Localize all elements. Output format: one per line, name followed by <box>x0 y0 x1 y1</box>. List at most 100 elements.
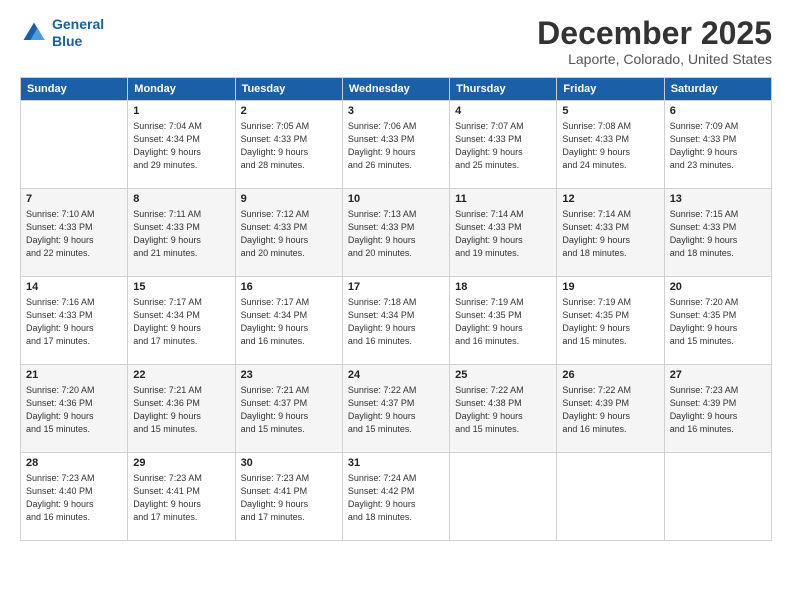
day-number: 28 <box>26 457 122 469</box>
table-row: 3Sunrise: 7:06 AMSunset: 4:33 PMDaylight… <box>342 101 449 189</box>
table-row: 9Sunrise: 7:12 AMSunset: 4:33 PMDaylight… <box>235 189 342 277</box>
day-number: 3 <box>348 105 444 117</box>
day-info: Sunrise: 7:18 AMSunset: 4:34 PMDaylight:… <box>348 296 444 348</box>
day-info: Sunrise: 7:21 AMSunset: 4:37 PMDaylight:… <box>241 384 337 436</box>
col-sunday: Sunday <box>21 78 128 101</box>
day-info: Sunrise: 7:22 AMSunset: 4:38 PMDaylight:… <box>455 384 551 436</box>
table-row: 10Sunrise: 7:13 AMSunset: 4:33 PMDayligh… <box>342 189 449 277</box>
logo-text: General Blue <box>52 16 104 50</box>
day-number: 6 <box>670 105 766 117</box>
logo-icon <box>20 19 48 47</box>
day-number: 8 <box>133 193 229 205</box>
table-row: 11Sunrise: 7:14 AMSunset: 4:33 PMDayligh… <box>450 189 557 277</box>
table-row: 26 Sunrise: 7:22 AMSunset: 4:39 PMDayligh… <box>557 365 664 453</box>
table-row <box>450 453 557 541</box>
calendar-week-row: 14 Sunrise: 7:16 AMSunset: 4:33 PMDayligh… <box>21 277 772 365</box>
day-info: Sunrise: 7:20 AMSunset: 4:35 PMDaylight:… <box>670 296 766 348</box>
table-row: 14 Sunrise: 7:16 AMSunset: 4:33 PMDayligh… <box>21 277 128 365</box>
table-row: 1 Sunrise: 7:04 AMSunset: 4:34 PMDaylight… <box>128 101 235 189</box>
day-number: 18 <box>455 281 551 293</box>
day-info: Sunrise: 7:14 AMSunset: 4:33 PMDaylight:… <box>562 208 658 260</box>
table-row: 15 Sunrise: 7:17 AMSunset: 4:34 PMDayligh… <box>128 277 235 365</box>
day-info: Sunrise: 7:19 AMSunset: 4:35 PMDaylight:… <box>455 296 551 348</box>
month-title: December 2025 <box>537 16 772 51</box>
table-row: 21Sunrise: 7:20 AMSunset: 4:36 PMDayligh… <box>21 365 128 453</box>
day-number: 7 <box>26 193 122 205</box>
day-info: Sunrise: 7:24 AMSunset: 4:42 PMDaylight:… <box>348 472 444 524</box>
day-info: Sunrise: 7:23 AMSunset: 4:39 PMDaylight:… <box>670 384 766 436</box>
table-row: 6 Sunrise: 7:09 AMSunset: 4:33 PMDaylight… <box>664 101 771 189</box>
day-info: Sunrise: 7:19 AMSunset: 4:35 PMDaylight:… <box>562 296 658 348</box>
table-row: 27 Sunrise: 7:23 AMSunset: 4:39 PMDayligh… <box>664 365 771 453</box>
table-row: 25 Sunrise: 7:22 AMSunset: 4:38 PMDayligh… <box>450 365 557 453</box>
day-info: Sunrise: 7:14 AMSunset: 4:33 PMDaylight:… <box>455 208 551 260</box>
day-number: 4 <box>455 105 551 117</box>
table-row: 30 Sunrise: 7:23 AMSunset: 4:41 PMDayligh… <box>235 453 342 541</box>
day-number: 20 <box>670 281 766 293</box>
table-row <box>21 101 128 189</box>
table-row: 23Sunrise: 7:21 AMSunset: 4:37 PMDayligh… <box>235 365 342 453</box>
day-number: 25 <box>455 369 551 381</box>
day-number: 9 <box>241 193 337 205</box>
day-info: Sunrise: 7:07 AMSunset: 4:33 PMDaylight:… <box>455 120 551 172</box>
header: General Blue December 2025 Laporte, Colo… <box>20 16 772 67</box>
col-wednesday: Wednesday <box>342 78 449 101</box>
calendar-week-row: 21Sunrise: 7:20 AMSunset: 4:36 PMDayligh… <box>21 365 772 453</box>
day-info: Sunrise: 7:17 AMSunset: 4:34 PMDaylight:… <box>133 296 229 348</box>
day-info: Sunrise: 7:09 AMSunset: 4:33 PMDaylight:… <box>670 120 766 172</box>
day-number: 29 <box>133 457 229 469</box>
day-number: 14 <box>26 281 122 293</box>
col-tuesday: Tuesday <box>235 78 342 101</box>
day-number: 21 <box>26 369 122 381</box>
calendar-header-row: Sunday Monday Tuesday Wednesday Thursday… <box>21 78 772 101</box>
table-row: 12 Sunrise: 7:14 AMSunset: 4:33 PMDayligh… <box>557 189 664 277</box>
table-row: 18 Sunrise: 7:19 AMSunset: 4:35 PMDayligh… <box>450 277 557 365</box>
day-info: Sunrise: 7:23 AMSunset: 4:41 PMDaylight:… <box>133 472 229 524</box>
page: General Blue December 2025 Laporte, Colo… <box>0 0 792 612</box>
table-row <box>557 453 664 541</box>
table-row: 7 Sunrise: 7:10 AMSunset: 4:33 PMDaylight… <box>21 189 128 277</box>
table-row: 29 Sunrise: 7:23 AMSunset: 4:41 PMDayligh… <box>128 453 235 541</box>
day-number: 30 <box>241 457 337 469</box>
day-info: Sunrise: 7:08 AMSunset: 4:33 PMDaylight:… <box>562 120 658 172</box>
day-number: 17 <box>348 281 444 293</box>
title-block: December 2025 Laporte, Colorado, United … <box>537 16 772 67</box>
day-info: Sunrise: 7:10 AMSunset: 4:33 PMDaylight:… <box>26 208 122 260</box>
day-number: 1 <box>133 105 229 117</box>
day-number: 31 <box>348 457 444 469</box>
day-info: Sunrise: 7:17 AMSunset: 4:34 PMDaylight:… <box>241 296 337 348</box>
table-row: 17 Sunrise: 7:18 AMSunset: 4:34 PMDayligh… <box>342 277 449 365</box>
col-thursday: Thursday <box>450 78 557 101</box>
table-row: 4 Sunrise: 7:07 AMSunset: 4:33 PMDaylight… <box>450 101 557 189</box>
day-number: 24 <box>348 369 444 381</box>
calendar-week-row: 7 Sunrise: 7:10 AMSunset: 4:33 PMDaylight… <box>21 189 772 277</box>
table-row: 2Sunrise: 7:05 AMSunset: 4:33 PMDaylight… <box>235 101 342 189</box>
calendar-week-row: 1 Sunrise: 7:04 AMSunset: 4:34 PMDaylight… <box>21 101 772 189</box>
day-number: 13 <box>670 193 766 205</box>
day-info: Sunrise: 7:04 AMSunset: 4:34 PMDaylight:… <box>133 120 229 172</box>
day-info: Sunrise: 7:15 AMSunset: 4:33 PMDaylight:… <box>670 208 766 260</box>
day-number: 12 <box>562 193 658 205</box>
table-row: 8Sunrise: 7:11 AMSunset: 4:33 PMDaylight… <box>128 189 235 277</box>
table-row: 16 Sunrise: 7:17 AMSunset: 4:34 PMDayligh… <box>235 277 342 365</box>
day-number: 27 <box>670 369 766 381</box>
day-info: Sunrise: 7:23 AMSunset: 4:40 PMDaylight:… <box>26 472 122 524</box>
table-row <box>664 453 771 541</box>
day-number: 16 <box>241 281 337 293</box>
calendar-week-row: 28 Sunrise: 7:23 AMSunset: 4:40 PMDayligh… <box>21 453 772 541</box>
day-number: 5 <box>562 105 658 117</box>
table-row: 5 Sunrise: 7:08 AMSunset: 4:33 PMDaylight… <box>557 101 664 189</box>
table-row: 13 Sunrise: 7:15 AMSunset: 4:33 PMDayligh… <box>664 189 771 277</box>
day-number: 26 <box>562 369 658 381</box>
day-info: Sunrise: 7:23 AMSunset: 4:41 PMDaylight:… <box>241 472 337 524</box>
day-number: 15 <box>133 281 229 293</box>
table-row: 22Sunrise: 7:21 AMSunset: 4:36 PMDayligh… <box>128 365 235 453</box>
calendar-table: Sunday Monday Tuesday Wednesday Thursday… <box>20 77 772 541</box>
day-info: Sunrise: 7:22 AMSunset: 4:39 PMDaylight:… <box>562 384 658 436</box>
table-row: 24Sunrise: 7:22 AMSunset: 4:37 PMDayligh… <box>342 365 449 453</box>
table-row: 20 Sunrise: 7:20 AMSunset: 4:35 PMDayligh… <box>664 277 771 365</box>
day-number: 19 <box>562 281 658 293</box>
col-monday: Monday <box>128 78 235 101</box>
day-info: Sunrise: 7:16 AMSunset: 4:33 PMDaylight:… <box>26 296 122 348</box>
table-row: 28 Sunrise: 7:23 AMSunset: 4:40 PMDayligh… <box>21 453 128 541</box>
